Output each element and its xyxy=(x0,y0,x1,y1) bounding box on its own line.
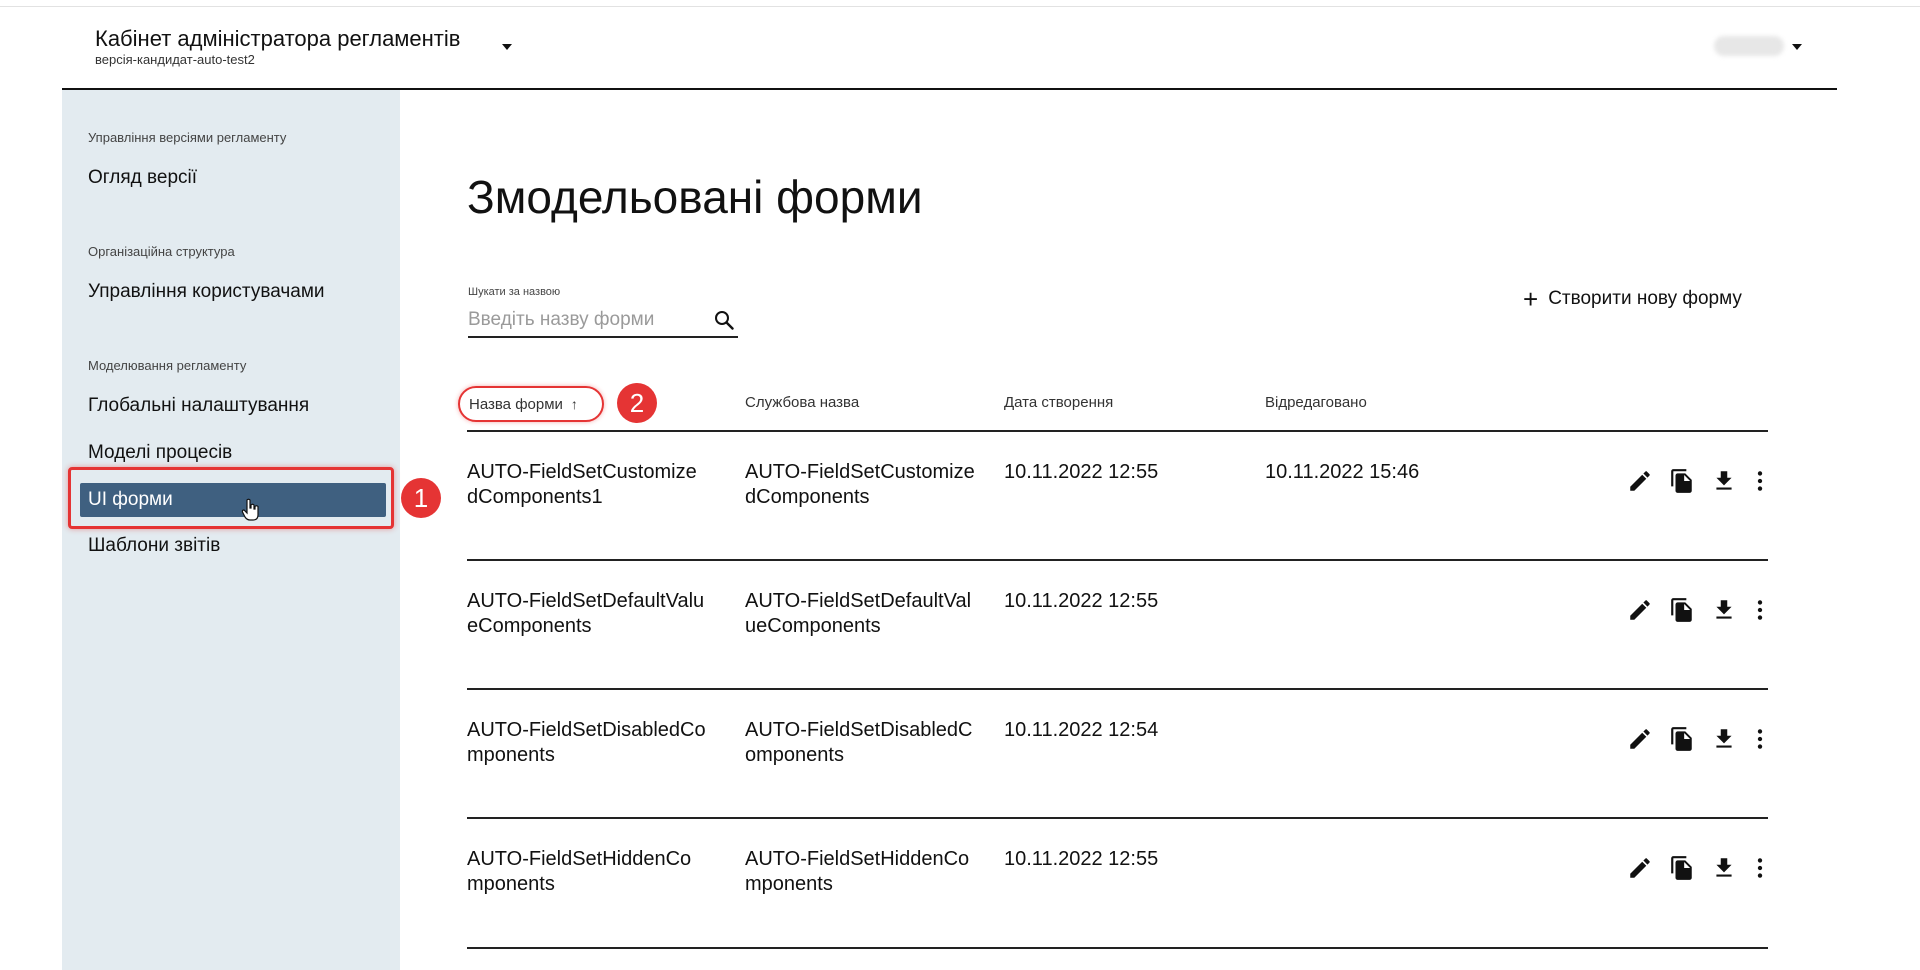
column-header-service-name[interactable]: Службова назва xyxy=(745,394,859,411)
table-row: AUTO-FieldSetDefaultValueComponents AUTO… xyxy=(467,559,1768,689)
more-vertical-icon[interactable] xyxy=(1747,855,1773,881)
version-dropdown-caret-icon[interactable] xyxy=(502,44,512,50)
more-vertical-icon[interactable] xyxy=(1747,726,1773,752)
copy-icon[interactable] xyxy=(1669,468,1695,494)
sidebar-group-regulation-modeling: Моделювання регламенту xyxy=(88,358,247,373)
form-created-date: 10.11.2022 12:55 xyxy=(1004,590,1159,612)
form-created-date: 10.11.2022 12:55 xyxy=(1004,848,1159,870)
copy-icon[interactable] xyxy=(1669,597,1695,623)
app-title: Кабінет адміністратора регламентів xyxy=(95,26,461,51)
form-name: AUTO-FieldSetHiddenComponents xyxy=(467,848,692,895)
row-actions xyxy=(1627,726,1767,752)
download-icon[interactable] xyxy=(1711,726,1737,752)
search-icon[interactable] xyxy=(714,310,734,330)
user-menu-caret-icon[interactable] xyxy=(1792,44,1802,50)
row-actions xyxy=(1627,597,1767,623)
form-service-name: AUTO-FieldSetCustomizedComponents xyxy=(745,461,975,508)
hand-cursor-icon xyxy=(241,498,259,521)
more-vertical-icon[interactable] xyxy=(1747,468,1773,494)
table-row: AUTO-FieldSetCustomizedComponents1 AUTO-… xyxy=(467,430,1768,560)
search-field xyxy=(468,302,738,338)
pencil-icon[interactable] xyxy=(1627,597,1653,623)
form-service-name: AUTO-FieldSetHiddenComponents xyxy=(745,848,970,895)
form-service-name: AUTO-FieldSetDefaultValueComponents xyxy=(745,590,972,637)
pencil-icon[interactable] xyxy=(1627,468,1653,494)
annotation-badge-1: 1 xyxy=(401,478,441,518)
annotation-badge-2: 2 xyxy=(617,383,657,423)
download-icon[interactable] xyxy=(1711,597,1737,623)
page-title: Змодельовані форми xyxy=(467,171,923,223)
form-name: AUTO-FieldSetDisabledComponents xyxy=(467,719,706,766)
copy-icon[interactable] xyxy=(1669,726,1695,752)
sort-ascending-icon: ↑ xyxy=(570,396,578,412)
sidebar: Управління версіями регламенту Огляд вер… xyxy=(62,90,400,970)
column-header-name-label: Назва форми xyxy=(469,395,563,413)
pencil-icon[interactable] xyxy=(1627,855,1653,881)
version-name: версія-кандидат-auto-test2 xyxy=(95,52,255,67)
create-form-label: Створити нову форму xyxy=(1548,288,1742,309)
top-border xyxy=(0,0,1920,7)
download-icon[interactable] xyxy=(1711,855,1737,881)
row-actions xyxy=(1627,468,1767,494)
form-created-date: 10.11.2022 12:55 xyxy=(1004,461,1159,483)
form-edited-date: 10.11.2022 15:46 xyxy=(1265,461,1420,483)
create-form-button[interactable]: + Створити нову форму xyxy=(1523,285,1742,313)
form-created-date: 10.11.2022 12:54 xyxy=(1004,719,1159,741)
form-name: AUTO-FieldSetDefaultValueComponents xyxy=(467,590,705,637)
form-service-name: AUTO-FieldSetDisabledComponents xyxy=(745,719,973,766)
copy-icon[interactable] xyxy=(1669,855,1695,881)
user-menu-avatar[interactable] xyxy=(1714,36,1784,56)
sidebar-item-version-overview[interactable]: Огляд версії xyxy=(88,167,197,189)
pencil-icon[interactable] xyxy=(1627,726,1653,752)
annotation-highlight-ui-forms xyxy=(68,467,394,529)
sidebar-item-process-models[interactable]: Моделі процесів xyxy=(88,442,232,464)
column-header-name[interactable]: Назва форми ↑ xyxy=(458,386,604,422)
table-row: AUTO-FieldSetDisabledComponents AUTO-Fie… xyxy=(467,688,1768,818)
search-input[interactable] xyxy=(468,306,698,334)
sidebar-item-report-templates[interactable]: Шаблони звітів xyxy=(88,535,220,557)
table-row: AUTO-FieldSetHiddenComponents AUTO-Field… xyxy=(467,817,1768,949)
app-header: Кабінет адміністратора регламентів версі… xyxy=(62,8,1837,90)
download-icon[interactable] xyxy=(1711,468,1737,494)
sidebar-item-user-management[interactable]: Управління користувачами xyxy=(88,281,325,303)
sidebar-item-global-settings[interactable]: Глобальні налаштування xyxy=(88,395,309,417)
search-label: Шукати за назвою xyxy=(468,286,561,298)
more-vertical-icon[interactable] xyxy=(1747,597,1773,623)
column-header-created[interactable]: Дата створення xyxy=(1004,394,1113,411)
sidebar-group-version-management: Управління версіями регламенту xyxy=(88,130,287,145)
form-name: AUTO-FieldSetCustomizedComponents1 xyxy=(467,461,697,508)
plus-icon: + xyxy=(1523,284,1539,314)
sidebar-group-org-structure: Організаційна структура xyxy=(88,244,235,259)
row-actions xyxy=(1627,855,1767,881)
column-header-edited[interactable]: Відредаговано xyxy=(1265,394,1367,411)
